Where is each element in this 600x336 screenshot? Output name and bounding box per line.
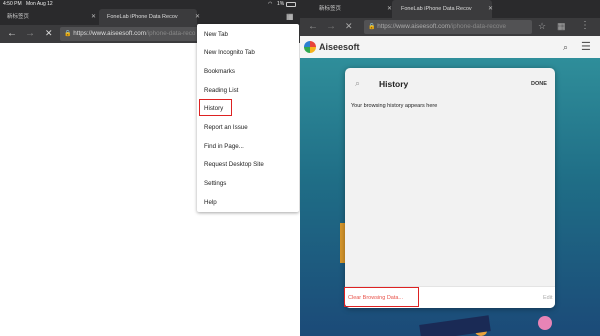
- history-empty-message: Your browsing history appears here: [351, 103, 438, 109]
- tab-switcher-icon[interactable]: ▦: [557, 22, 566, 31]
- edit-button[interactable]: Edit: [543, 295, 552, 301]
- address-bar[interactable]: 🔒 https://www.aiseesoft.com/iphone-data-…: [60, 27, 200, 41]
- status-time: 4:50 PM: [3, 1, 22, 7]
- history-footer: Clear Browsing Data... Edit: [345, 286, 555, 308]
- menu-item-reading-list[interactable]: Reading List: [204, 87, 238, 94]
- tab-strip: 新标签页 ✕ FoneLab iPhone Data Recov ✕: [300, 0, 600, 18]
- close-tab-icon[interactable]: ✕: [91, 9, 96, 25]
- url-host: https://www.aiseesoft.com: [73, 30, 147, 37]
- aiseesoft-logo-icon: [304, 41, 316, 53]
- url-path: /iphone-data-recove: [450, 23, 507, 30]
- history-dialog: ⌕ History DONE Your browsing history app…: [345, 68, 555, 308]
- right-browser-panel: 新标签页 ✕ FoneLab iPhone Data Recov ✕ ← → ✕…: [300, 0, 600, 336]
- close-tab-icon[interactable]: ✕: [488, 0, 493, 18]
- search-icon[interactable]: ⌕: [563, 42, 568, 53]
- menu-item-request-desktop-site[interactable]: Request Desktop Site: [204, 161, 264, 168]
- battery-icon: [286, 2, 296, 7]
- back-arrow-icon[interactable]: ←: [7, 29, 17, 39]
- star-icon[interactable]: ☆: [538, 22, 546, 31]
- menu-item-history[interactable]: History: [204, 105, 223, 112]
- done-button[interactable]: DONE: [531, 81, 547, 87]
- tab-new-tab[interactable]: 新标签页: [300, 0, 392, 18]
- tab-label: FoneLab iPhone Data Recov: [107, 14, 178, 20]
- stop-loading-icon[interactable]: ✕: [45, 29, 53, 38]
- browser-toolbar: ← → ✕ 🔒 https://www.aiseesoft.com/iphone…: [300, 18, 600, 36]
- hamburger-menu-icon[interactable]: ☰: [581, 40, 591, 53]
- tab-switcher-icon[interactable]: ▦: [286, 13, 294, 21]
- url-host: https://www.aiseesoft.com: [377, 23, 451, 30]
- address-bar[interactable]: 🔒 https://www.aiseesoft.com/iphone-data-…: [364, 20, 532, 34]
- chrome-overflow-menu: New Tab New Incognito Tab Bookmarks Read…: [197, 24, 299, 212]
- lock-icon: 🔒: [368, 24, 376, 30]
- stop-loading-icon[interactable]: ✕: [345, 22, 353, 31]
- menu-item-bookmarks[interactable]: Bookmarks: [204, 68, 235, 75]
- page-decoration: [538, 316, 552, 330]
- clear-browsing-data-button[interactable]: Clear Browsing Data...: [348, 295, 403, 301]
- wifi-icon: ◠: [268, 1, 273, 7]
- status-date: Mon Aug 12: [26, 1, 53, 7]
- forward-arrow-icon[interactable]: →: [25, 29, 35, 39]
- menu-item-report-issue[interactable]: Report an Issue: [204, 124, 248, 131]
- more-menu-icon[interactable]: ⋮: [580, 21, 590, 31]
- history-title: History: [379, 79, 409, 89]
- tab-fonelab[interactable]: FoneLab iPhone Data Recov: [99, 9, 197, 25]
- tab-label: 新标签页: [7, 14, 30, 20]
- site-brand: Aiseesoft: [319, 42, 360, 52]
- menu-item-help[interactable]: Help: [204, 199, 217, 206]
- tab-new-tab[interactable]: 新标签页: [0, 9, 96, 25]
- tab-strip: 新标签页 ✕ FoneLab iPhone Data Recov ✕ ▦: [0, 9, 300, 25]
- close-tab-icon[interactable]: ✕: [195, 9, 200, 25]
- menu-item-new-tab[interactable]: New Tab: [204, 31, 228, 38]
- status-battery-text: 1%: [277, 1, 285, 7]
- tab-label: 新标签页: [319, 6, 342, 12]
- ios-status-bar: 4:50 PM Mon Aug 12 ◠ 1%: [0, 0, 300, 9]
- tab-label: FoneLab iPhone Data Recov: [401, 6, 472, 12]
- forward-arrow-icon[interactable]: →: [326, 22, 336, 32]
- menu-item-find-in-page[interactable]: Find in Page...: [204, 143, 244, 150]
- site-header: Aiseesoft ⌕ ☰: [300, 36, 600, 58]
- left-browser-panel: 4:50 PM Mon Aug 12 ◠ 1% 新标签页 ✕ FoneLab i…: [0, 0, 300, 336]
- tab-fonelab[interactable]: FoneLab iPhone Data Recov: [392, 0, 492, 18]
- back-arrow-icon[interactable]: ←: [308, 22, 318, 32]
- lock-icon: 🔒: [64, 31, 72, 37]
- search-icon[interactable]: ⌕: [355, 78, 360, 89]
- menu-item-settings[interactable]: Settings: [204, 180, 226, 187]
- menu-item-new-incognito-tab[interactable]: New Incognito Tab: [204, 49, 255, 56]
- url-path: /iphone-data-reco: [146, 30, 196, 37]
